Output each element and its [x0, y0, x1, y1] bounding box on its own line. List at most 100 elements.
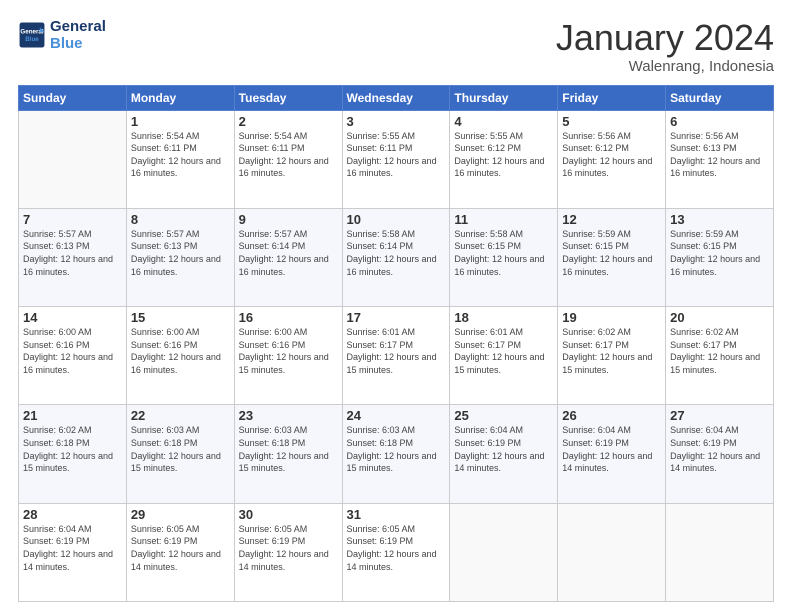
calendar-cell: 19Sunrise: 6:02 AM Sunset: 6:17 PM Dayli… [558, 307, 666, 405]
day-info: Sunrise: 6:05 AM Sunset: 6:19 PM Dayligh… [239, 523, 338, 573]
day-number: 14 [23, 310, 122, 325]
calendar-week-row: 7Sunrise: 5:57 AM Sunset: 6:13 PM Daylig… [19, 208, 774, 306]
day-number: 15 [131, 310, 230, 325]
day-info: Sunrise: 6:02 AM Sunset: 6:18 PM Dayligh… [23, 424, 122, 474]
day-number: 17 [347, 310, 446, 325]
calendar-week-row: 21Sunrise: 6:02 AM Sunset: 6:18 PM Dayli… [19, 405, 774, 503]
day-number: 26 [562, 408, 661, 423]
day-info: Sunrise: 5:56 AM Sunset: 6:12 PM Dayligh… [562, 130, 661, 180]
calendar-cell: 21Sunrise: 6:02 AM Sunset: 6:18 PM Dayli… [19, 405, 127, 503]
day-info: Sunrise: 5:55 AM Sunset: 6:12 PM Dayligh… [454, 130, 553, 180]
calendar-cell: 2Sunrise: 5:54 AM Sunset: 6:11 PM Daylig… [234, 110, 342, 208]
day-info: Sunrise: 5:55 AM Sunset: 6:11 PM Dayligh… [347, 130, 446, 180]
calendar-cell: 17Sunrise: 6:01 AM Sunset: 6:17 PM Dayli… [342, 307, 450, 405]
day-number: 3 [347, 114, 446, 129]
day-info: Sunrise: 6:01 AM Sunset: 6:17 PM Dayligh… [347, 326, 446, 376]
day-number: 19 [562, 310, 661, 325]
weekday-header-saturday: Saturday [666, 85, 774, 110]
day-number: 21 [23, 408, 122, 423]
day-number: 29 [131, 507, 230, 522]
calendar-page: General Blue General Blue January 2024 W… [0, 0, 792, 612]
logo-text: General Blue [50, 18, 106, 52]
month-title: January 2024 [556, 18, 774, 58]
day-info: Sunrise: 5:59 AM Sunset: 6:15 PM Dayligh… [670, 228, 769, 278]
logo-icon: General Blue [18, 21, 46, 49]
calendar-cell: 13Sunrise: 5:59 AM Sunset: 6:15 PM Dayli… [666, 208, 774, 306]
calendar-week-row: 14Sunrise: 6:00 AM Sunset: 6:16 PM Dayli… [19, 307, 774, 405]
weekday-header-row: SundayMondayTuesdayWednesdayThursdayFrid… [19, 85, 774, 110]
title-block: January 2024 Walenrang, Indonesia [556, 18, 774, 75]
calendar-cell: 22Sunrise: 6:03 AM Sunset: 6:18 PM Dayli… [126, 405, 234, 503]
calendar-cell: 4Sunrise: 5:55 AM Sunset: 6:12 PM Daylig… [450, 110, 558, 208]
day-info: Sunrise: 6:02 AM Sunset: 6:17 PM Dayligh… [562, 326, 661, 376]
logo: General Blue General Blue [18, 18, 106, 52]
header: General Blue General Blue January 2024 W… [18, 18, 774, 75]
day-number: 10 [347, 212, 446, 227]
day-info: Sunrise: 6:00 AM Sunset: 6:16 PM Dayligh… [23, 326, 122, 376]
calendar-cell [666, 503, 774, 601]
calendar-cell: 1Sunrise: 5:54 AM Sunset: 6:11 PM Daylig… [126, 110, 234, 208]
day-number: 27 [670, 408, 769, 423]
calendar-cell: 3Sunrise: 5:55 AM Sunset: 6:11 PM Daylig… [342, 110, 450, 208]
calendar-cell: 31Sunrise: 6:05 AM Sunset: 6:19 PM Dayli… [342, 503, 450, 601]
calendar-cell: 16Sunrise: 6:00 AM Sunset: 6:16 PM Dayli… [234, 307, 342, 405]
calendar-cell: 15Sunrise: 6:00 AM Sunset: 6:16 PM Dayli… [126, 307, 234, 405]
day-info: Sunrise: 6:04 AM Sunset: 6:19 PM Dayligh… [454, 424, 553, 474]
day-number: 11 [454, 212, 553, 227]
day-number: 5 [562, 114, 661, 129]
day-info: Sunrise: 6:00 AM Sunset: 6:16 PM Dayligh… [131, 326, 230, 376]
calendar-cell: 30Sunrise: 6:05 AM Sunset: 6:19 PM Dayli… [234, 503, 342, 601]
day-number: 28 [23, 507, 122, 522]
day-number: 9 [239, 212, 338, 227]
calendar-week-row: 28Sunrise: 6:04 AM Sunset: 6:19 PM Dayli… [19, 503, 774, 601]
calendar-cell: 12Sunrise: 5:59 AM Sunset: 6:15 PM Dayli… [558, 208, 666, 306]
day-info: Sunrise: 6:03 AM Sunset: 6:18 PM Dayligh… [347, 424, 446, 474]
weekday-header-sunday: Sunday [19, 85, 127, 110]
day-number: 30 [239, 507, 338, 522]
day-info: Sunrise: 5:59 AM Sunset: 6:15 PM Dayligh… [562, 228, 661, 278]
day-number: 25 [454, 408, 553, 423]
calendar-cell: 18Sunrise: 6:01 AM Sunset: 6:17 PM Dayli… [450, 307, 558, 405]
day-number: 18 [454, 310, 553, 325]
day-number: 24 [347, 408, 446, 423]
day-info: Sunrise: 5:58 AM Sunset: 6:14 PM Dayligh… [347, 228, 446, 278]
calendar-cell: 5Sunrise: 5:56 AM Sunset: 6:12 PM Daylig… [558, 110, 666, 208]
calendar-cell: 28Sunrise: 6:04 AM Sunset: 6:19 PM Dayli… [19, 503, 127, 601]
calendar-cell [450, 503, 558, 601]
day-number: 4 [454, 114, 553, 129]
calendar-cell: 14Sunrise: 6:00 AM Sunset: 6:16 PM Dayli… [19, 307, 127, 405]
day-info: Sunrise: 6:03 AM Sunset: 6:18 PM Dayligh… [239, 424, 338, 474]
calendar-cell: 20Sunrise: 6:02 AM Sunset: 6:17 PM Dayli… [666, 307, 774, 405]
day-info: Sunrise: 5:57 AM Sunset: 6:13 PM Dayligh… [131, 228, 230, 278]
weekday-header-thursday: Thursday [450, 85, 558, 110]
location: Walenrang, Indonesia [556, 58, 774, 75]
weekday-header-tuesday: Tuesday [234, 85, 342, 110]
day-info: Sunrise: 6:00 AM Sunset: 6:16 PM Dayligh… [239, 326, 338, 376]
day-number: 22 [131, 408, 230, 423]
day-info: Sunrise: 5:54 AM Sunset: 6:11 PM Dayligh… [239, 130, 338, 180]
calendar-cell: 26Sunrise: 6:04 AM Sunset: 6:19 PM Dayli… [558, 405, 666, 503]
calendar-cell: 10Sunrise: 5:58 AM Sunset: 6:14 PM Dayli… [342, 208, 450, 306]
weekday-header-wednesday: Wednesday [342, 85, 450, 110]
day-number: 1 [131, 114, 230, 129]
calendar-cell: 6Sunrise: 5:56 AM Sunset: 6:13 PM Daylig… [666, 110, 774, 208]
calendar-cell [558, 503, 666, 601]
weekday-header-monday: Monday [126, 85, 234, 110]
calendar-cell: 24Sunrise: 6:03 AM Sunset: 6:18 PM Dayli… [342, 405, 450, 503]
calendar-cell: 23Sunrise: 6:03 AM Sunset: 6:18 PM Dayli… [234, 405, 342, 503]
calendar-cell: 29Sunrise: 6:05 AM Sunset: 6:19 PM Dayli… [126, 503, 234, 601]
day-info: Sunrise: 5:57 AM Sunset: 6:14 PM Dayligh… [239, 228, 338, 278]
calendar-cell: 25Sunrise: 6:04 AM Sunset: 6:19 PM Dayli… [450, 405, 558, 503]
calendar-week-row: 1 Sunrise: 5:54 AM Sunset: 6:11 PM Daylig… [19, 110, 774, 208]
day-number: 31 [347, 507, 446, 522]
day-number: 8 [131, 212, 230, 227]
day-info: Sunrise: 6:02 AM Sunset: 6:17 PM Dayligh… [670, 326, 769, 376]
day-info: Sunrise: 6:05 AM Sunset: 6:19 PM Dayligh… [347, 523, 446, 573]
day-info: Sunrise: 6:04 AM Sunset: 6:19 PM Dayligh… [562, 424, 661, 474]
day-number: 7 [23, 212, 122, 227]
day-info: Sunrise: 6:04 AM Sunset: 6:19 PM Dayligh… [670, 424, 769, 474]
day-info: Sunrise: 5:57 AM Sunset: 6:13 PM Dayligh… [23, 228, 122, 278]
day-info: Sunrise: 6:03 AM Sunset: 6:18 PM Dayligh… [131, 424, 230, 474]
day-info: Sunrise: 5:58 AM Sunset: 6:15 PM Dayligh… [454, 228, 553, 278]
day-number: 6 [670, 114, 769, 129]
